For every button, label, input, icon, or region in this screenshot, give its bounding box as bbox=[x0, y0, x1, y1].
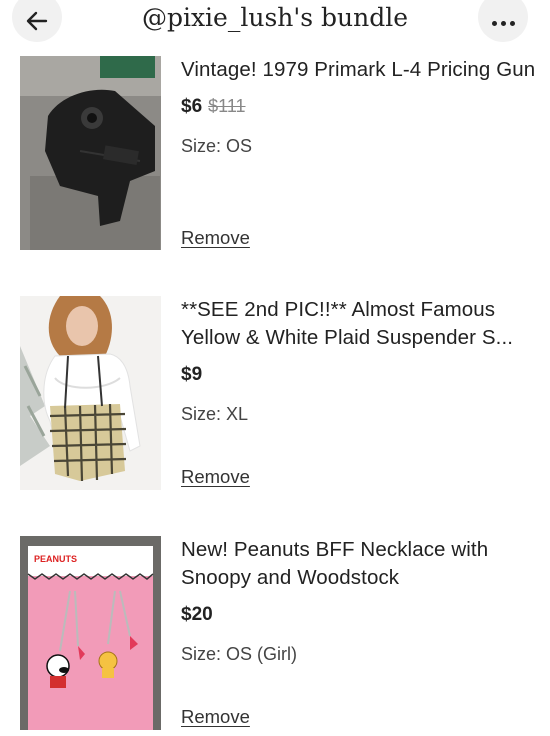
item-price: $20 bbox=[181, 604, 213, 625]
item-price: $9 bbox=[181, 364, 203, 385]
price-row: $6 $111 bbox=[181, 96, 536, 118]
remove-button[interactable]: Remove bbox=[181, 466, 250, 488]
price-row: $9 bbox=[181, 364, 536, 386]
card-brand: PEANUTS bbox=[34, 554, 77, 564]
price-row: $20 bbox=[181, 604, 536, 626]
item-thumbnail[interactable] bbox=[20, 56, 161, 250]
bundle-header: @pixie_lush's bundle bbox=[0, 0, 550, 42]
item-title[interactable]: **SEE 2nd PIC!!** Almost Famous Yellow &… bbox=[181, 296, 536, 352]
remove-button[interactable]: Remove bbox=[181, 227, 250, 249]
more-options-button[interactable] bbox=[478, 0, 528, 42]
item-size: Size: OS (Girl) bbox=[181, 644, 298, 664]
item-original-price: $111 bbox=[208, 96, 246, 116]
list-item[interactable]: **SEE 2nd PIC!!** Almost Famous Yellow &… bbox=[0, 296, 550, 496]
remove-button[interactable]: Remove bbox=[181, 706, 250, 728]
item-size: Size: XL bbox=[181, 404, 249, 424]
item-title[interactable]: New! Peanuts BFF Necklace with Snoopy an… bbox=[181, 536, 536, 592]
list-item[interactable]: PEANUTS New! Peanuts BFF Necklace with S… bbox=[0, 536, 550, 736]
list-item[interactable]: Vintage! 1979 Primark L-4 Pricing Gun $6… bbox=[0, 56, 550, 256]
item-price: $6 bbox=[181, 96, 203, 117]
item-size: Size: OS bbox=[181, 136, 253, 156]
item-thumbnail[interactable] bbox=[20, 296, 161, 490]
item-thumbnail[interactable]: PEANUTS bbox=[20, 536, 161, 730]
page-title: @pixie_lush's bundle bbox=[141, 3, 409, 32]
item-title[interactable]: Vintage! 1979 Primark L-4 Pricing Gun bbox=[181, 56, 536, 84]
ellipsis-icon bbox=[491, 20, 515, 26]
